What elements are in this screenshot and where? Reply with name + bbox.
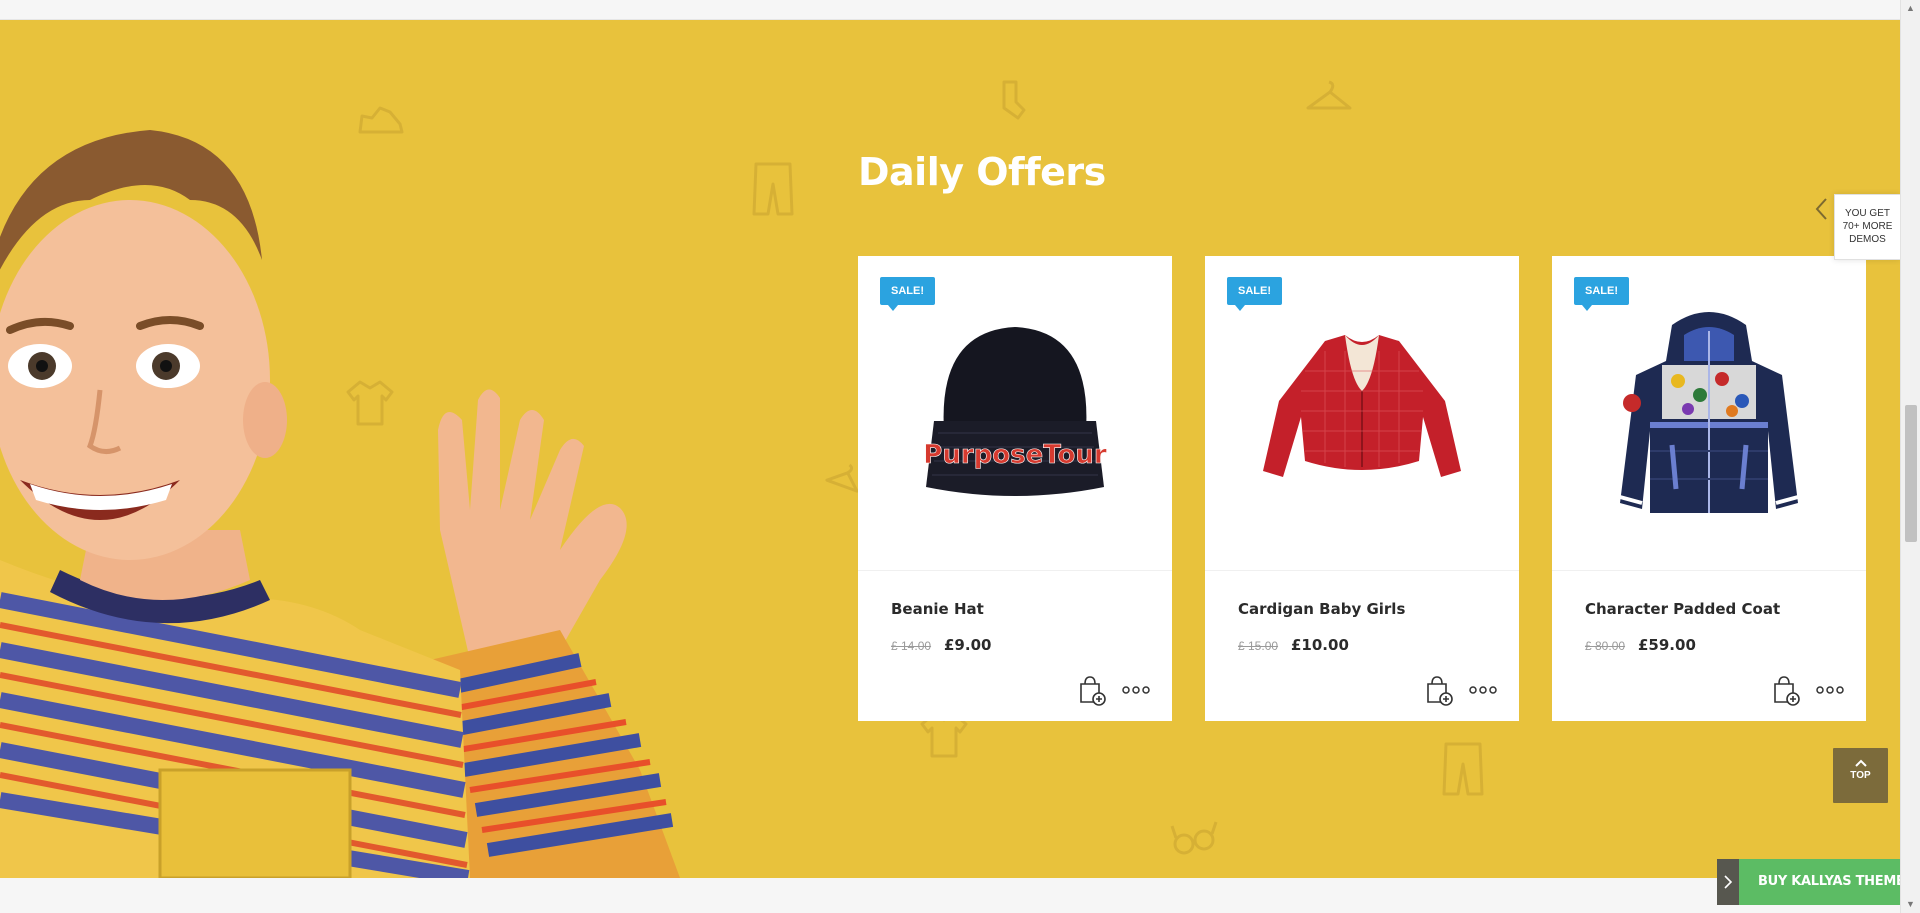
product-title[interactable]: Cardigan Baby Girls: [1238, 600, 1405, 618]
sale-price: £59.00: [1638, 636, 1696, 654]
product-card[interactable]: PurposeTour SALE! Beanie Hat £ 14.00 £9.…: [858, 256, 1172, 721]
demos-tab-line: DEMOS: [1849, 234, 1886, 245]
product-image[interactable]: PurposeTour SALE!: [858, 256, 1172, 571]
sale-badge: SALE!: [1574, 277, 1629, 311]
red-cardigan-icon: [1263, 335, 1461, 477]
pants-icon: [750, 160, 796, 218]
old-price: £ 15.00: [1238, 639, 1279, 653]
buy-theme-button[interactable]: BUY KALLYAS THEME: [1717, 859, 1905, 905]
more-demos-tab[interactable]: YOU GET 70+ MORE DEMOS: [1834, 194, 1900, 260]
product-title[interactable]: Character Padded Coat: [1585, 600, 1780, 618]
scrollbar-thumb[interactable]: [1905, 405, 1917, 542]
top-strip: [0, 0, 1900, 20]
more-options-icon[interactable]: [1469, 683, 1497, 697]
more-options-icon[interactable]: [1816, 683, 1844, 697]
sale-badge: SALE!: [880, 277, 935, 311]
svg-text:PurposeTour: PurposeTour: [923, 440, 1107, 470]
sale-price: £9.00: [944, 636, 992, 654]
padded-coat-icon: [1619, 312, 1799, 513]
glasses-icon: [1170, 820, 1218, 860]
bottom-strip: [0, 878, 1900, 913]
product-card[interactable]: SALE! Cardigan Baby Girls £ 15.00 £10.00: [1205, 256, 1519, 721]
demos-tab-line: YOU GET: [1844, 208, 1890, 219]
page-scrollbar[interactable]: ▲ ▼: [1900, 0, 1920, 913]
kid-photo: [0, 130, 700, 878]
add-to-cart-icon[interactable]: [1425, 674, 1453, 706]
pants-icon: [1440, 740, 1486, 798]
buy-bar-toggle[interactable]: [1717, 859, 1739, 905]
product-image[interactable]: SALE!: [1552, 256, 1866, 571]
demos-tab-line: 70+ MORE: [1842, 221, 1893, 232]
product-card[interactable]: SALE! Character Padded Coat £ 80.00 £59.…: [1552, 256, 1866, 721]
top-button-label: TOP: [1850, 770, 1871, 781]
more-options-icon[interactable]: [1122, 683, 1150, 697]
hanger-icon: [1302, 76, 1356, 120]
buy-theme-label: BUY KALLYAS THEME: [1758, 874, 1905, 889]
sale-price: £10.00: [1291, 636, 1349, 654]
daily-offers-section: Daily Offers PurposeTour SALE! Beanie Ha…: [0, 20, 1900, 878]
scroll-to-top-button[interactable]: TOP: [1833, 748, 1888, 803]
product-image[interactable]: SALE!: [1205, 256, 1519, 571]
scroll-down-arrow-icon[interactable]: ▼: [1901, 896, 1920, 913]
add-to-cart-icon[interactable]: [1772, 674, 1800, 706]
sale-badge: SALE!: [1227, 277, 1282, 311]
scroll-up-arrow-icon[interactable]: ▲: [1901, 0, 1920, 17]
carousel-prev-button[interactable]: [1811, 196, 1833, 222]
chevron-up-icon: [1854, 759, 1867, 767]
beanie-hat-icon: PurposeTour: [923, 327, 1107, 496]
product-title[interactable]: Beanie Hat: [891, 600, 984, 618]
old-price: £ 14.00: [891, 639, 932, 653]
add-to-cart-icon[interactable]: [1078, 674, 1106, 706]
sock-icon: [990, 78, 1030, 122]
chevron-right-icon: [1724, 875, 1733, 889]
old-price: £ 80.00: [1585, 639, 1626, 653]
section-title: Daily Offers: [858, 150, 1106, 194]
